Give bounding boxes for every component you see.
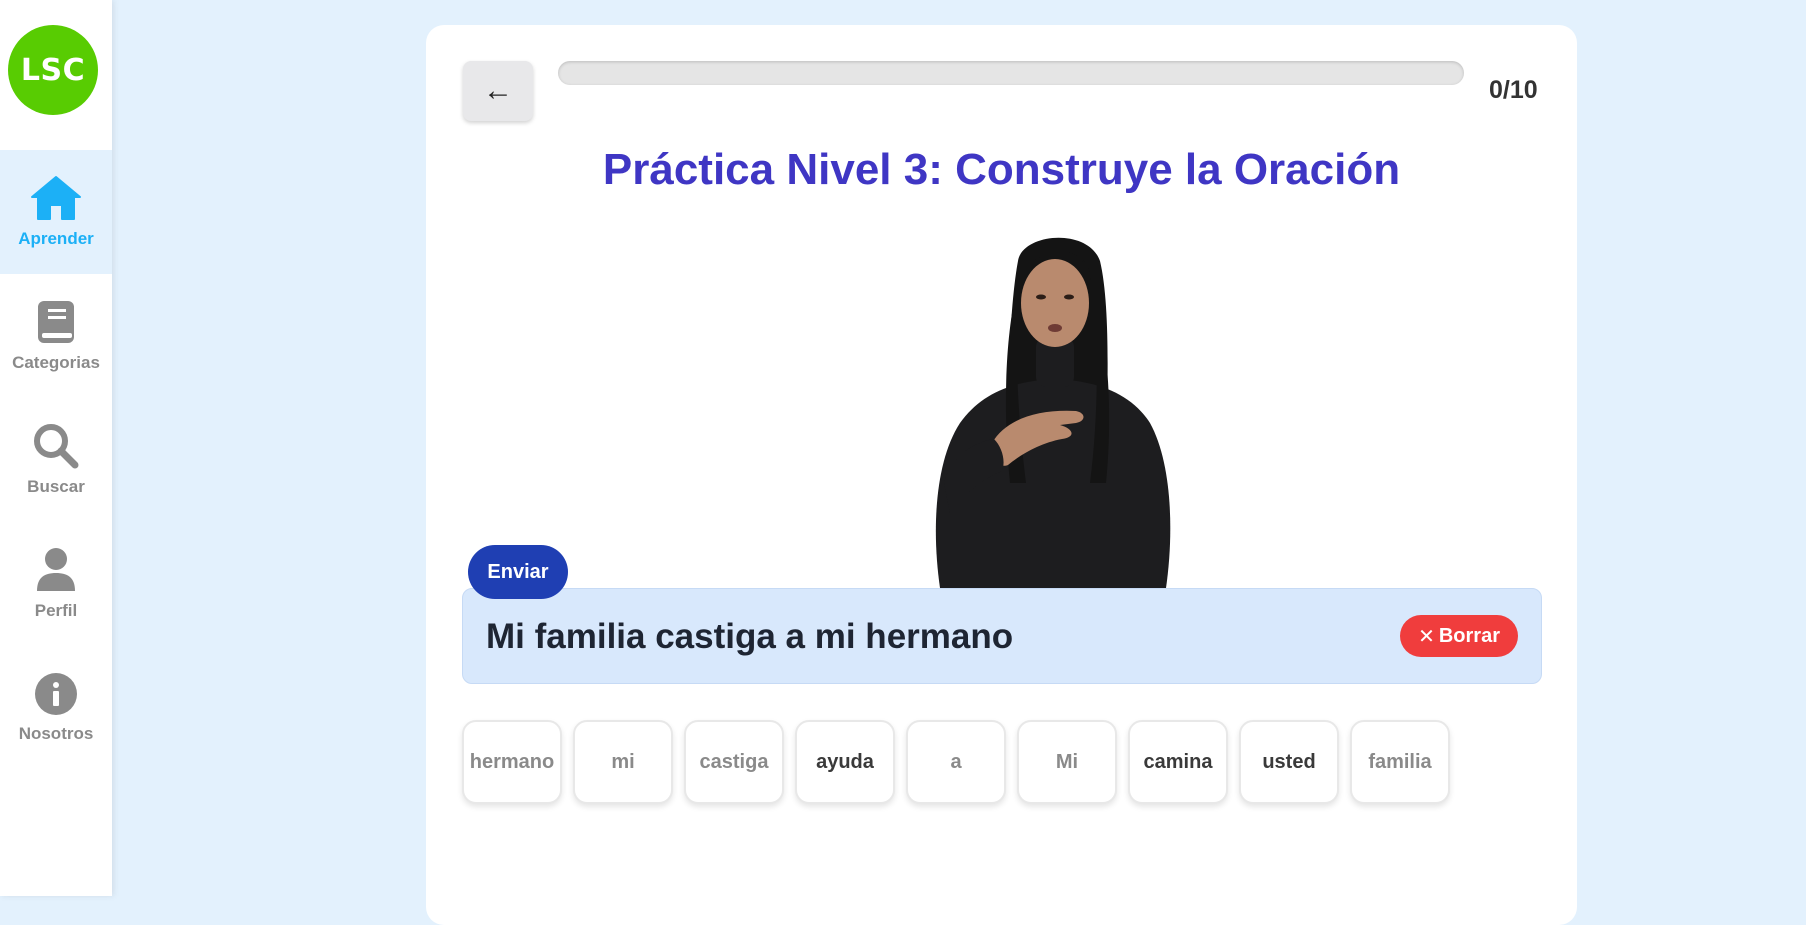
book-icon bbox=[36, 299, 76, 345]
sidebar-item-label: Buscar bbox=[27, 477, 85, 496]
word-tile-camina[interactable]: camina bbox=[1128, 720, 1228, 804]
sign-language-video bbox=[935, 237, 1171, 588]
sidebar: LSC Aprender Categorias Buscar Perfil No… bbox=[0, 0, 112, 896]
progress-counter: 0/10 bbox=[1489, 76, 1538, 104]
word-label: hermano bbox=[469, 750, 555, 773]
progress-bar bbox=[558, 61, 1464, 85]
home-icon bbox=[30, 175, 82, 221]
sidebar-item-nosotros[interactable]: Nosotros bbox=[0, 646, 112, 770]
page-title: Práctica Nivel 3: Construye la Oración bbox=[602, 145, 1401, 194]
answer-area[interactable]: Mi familia castiga a mi hermano ✕ Borrar bbox=[462, 588, 1542, 684]
search-icon bbox=[33, 423, 79, 469]
word-bank: hermano mi castiga ayuda a Mi camina ust… bbox=[462, 720, 1450, 804]
answer-sentence: Mi familia castiga a mi hermano bbox=[486, 617, 1014, 656]
sidebar-item-buscar[interactable]: Buscar bbox=[0, 398, 112, 522]
sidebar-item-categorias[interactable]: Categorias bbox=[0, 274, 112, 398]
sidebar-item-label: Categorias bbox=[12, 353, 100, 372]
word-tile-mi[interactable]: mi bbox=[573, 720, 673, 804]
sidebar-item-aprender[interactable]: Aprender bbox=[0, 150, 112, 274]
back-arrow-icon: ← bbox=[483, 74, 513, 107]
logo-text: LSC bbox=[20, 52, 86, 88]
sidebar-item-perfil[interactable]: Perfil bbox=[0, 522, 112, 646]
word-label: Mi bbox=[1055, 750, 1079, 773]
close-icon: ✕ bbox=[1418, 625, 1435, 648]
word-label: castiga bbox=[699, 750, 769, 773]
submit-button[interactable]: Enviar bbox=[468, 545, 568, 599]
word-tile-ayuda[interactable]: ayuda bbox=[795, 720, 895, 804]
clear-button[interactable]: ✕ Borrar bbox=[1400, 615, 1518, 657]
sidebar-item-label: Aprender bbox=[18, 229, 94, 248]
user-icon bbox=[35, 547, 77, 593]
word-label: a bbox=[950, 750, 962, 773]
word-label: camina bbox=[1143, 750, 1213, 773]
word-label: ayuda bbox=[816, 750, 874, 773]
word-tile-mi-capital[interactable]: Mi bbox=[1017, 720, 1117, 804]
clear-label: Borrar bbox=[1438, 624, 1500, 647]
word-tile-castiga[interactable]: castiga bbox=[684, 720, 784, 804]
sidebar-item-label: Perfil bbox=[34, 601, 78, 620]
word-label: familia bbox=[1368, 750, 1432, 773]
back-button[interactable]: ← bbox=[463, 61, 533, 121]
word-label: usted bbox=[1262, 750, 1316, 773]
word-label: mi bbox=[611, 750, 635, 773]
word-tile-a[interactable]: a bbox=[906, 720, 1006, 804]
sidebar-item-label: Nosotros bbox=[18, 724, 94, 743]
lesson-card: ← 0/10 Práctica Nivel 3: Construye la Or… bbox=[426, 25, 1577, 925]
app-logo[interactable]: LSC bbox=[8, 25, 98, 115]
submit-label: Enviar bbox=[487, 560, 549, 583]
word-tile-usted[interactable]: usted bbox=[1239, 720, 1339, 804]
word-tile-hermano[interactable]: hermano bbox=[462, 720, 562, 804]
info-icon bbox=[34, 672, 78, 716]
word-tile-familia[interactable]: familia bbox=[1350, 720, 1450, 804]
